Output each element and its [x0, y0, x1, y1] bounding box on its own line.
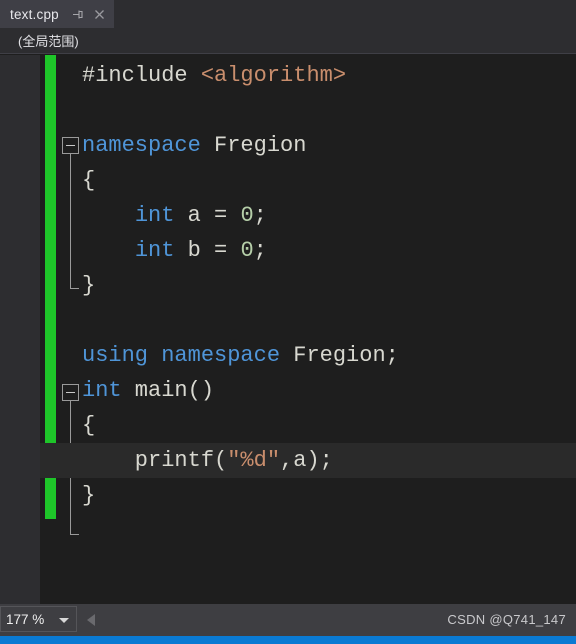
code-line-text: } [40, 478, 95, 513]
bottom-accent-bar [0, 636, 576, 644]
status-bar: 177 % CSDN @Q741_147 [0, 604, 576, 636]
left-margin-strip [0, 55, 40, 604]
token-pln [82, 238, 135, 263]
token-kw: int [134, 203, 175, 228]
tab-text-cpp[interactable]: text.cpp [0, 0, 114, 28]
token-pln: Fregion; [280, 343, 399, 368]
zoom-level-dropdown[interactable]: 177 % [0, 606, 77, 632]
zoom-level-value: 177 % [6, 611, 45, 627]
token-punc: ; [253, 238, 267, 263]
code-line-6[interactable]: int b = 0; [40, 233, 576, 268]
code-line-text: int main() [40, 373, 214, 408]
token-pln: #include [82, 63, 201, 88]
pin-icon[interactable] [71, 8, 84, 21]
token-num: 0 [240, 203, 254, 228]
token-pln: b = [174, 238, 241, 263]
close-icon[interactable] [93, 8, 106, 21]
code-line-text: namespace Fregion [40, 128, 306, 163]
visual-studio-window: text.cpp (全局范围) #include <algorithm> nam… [0, 0, 576, 644]
token-pln: ,a); [280, 448, 333, 473]
code-line-4[interactable]: { [40, 163, 576, 198]
code-line-12[interactable]: printf("%d",a); [40, 443, 576, 478]
token-pln: main() [121, 378, 215, 403]
code-line-text: using namespace Fregion; [40, 338, 399, 373]
token-punc: } [82, 483, 96, 508]
token-punc: ; [253, 203, 267, 228]
token-num: 0 [240, 238, 254, 263]
token-pln: a = [174, 203, 241, 228]
code-line-text: int a = 0; [40, 198, 267, 233]
code-line-10[interactable]: int main() [40, 373, 576, 408]
code-line-9[interactable]: using namespace Fregion; [40, 338, 576, 373]
code-line-3[interactable]: namespace Fregion [40, 128, 576, 163]
token-punc: } [82, 273, 96, 298]
token-kw: int [134, 238, 175, 263]
code-line-text: } [40, 268, 95, 303]
code-line-2[interactable] [40, 93, 576, 128]
watermark-label: CSDN @Q741_147 [447, 612, 566, 627]
code-line-11[interactable]: { [40, 408, 576, 443]
code-line-text: { [40, 163, 95, 198]
tab-bar: text.cpp [0, 0, 576, 28]
code-line-8[interactable] [40, 303, 576, 338]
code-line-text: int b = 0; [40, 233, 267, 268]
scope-navigation-bar: (全局范围) [0, 28, 576, 54]
scroll-left-arrow-icon[interactable] [87, 614, 95, 626]
code-line-7[interactable]: } [40, 268, 576, 303]
code-line-text: printf("%d",a); [40, 443, 333, 478]
token-kw: int [82, 378, 122, 403]
chevron-down-icon[interactable] [59, 618, 69, 623]
token-pln [82, 203, 135, 228]
tab-title: text.cpp [10, 6, 59, 22]
token-kw: namespace [82, 133, 201, 158]
token-pln: Fregion [200, 133, 307, 158]
code-line-13[interactable]: } [40, 478, 576, 513]
token-punc: { [82, 168, 96, 193]
code-editor[interactable]: #include <algorithm> namespace Fregion { i… [40, 55, 576, 604]
token-punc: { [82, 413, 96, 438]
code-line-text: { [40, 408, 95, 443]
token-pln: printf( [82, 448, 228, 473]
token-str: <algorithm> [200, 63, 347, 88]
scope-dropdown[interactable]: (全局范围) [0, 31, 79, 50]
code-line-1[interactable]: #include <algorithm> [40, 58, 576, 93]
code-line-text: #include <algorithm> [40, 58, 346, 93]
code-lines: #include <algorithm> namespace Fregion { i… [40, 55, 576, 604]
code-line-5[interactable]: int a = 0; [40, 198, 576, 233]
token-kw: using namespace [82, 343, 281, 368]
token-str: "%d" [227, 448, 281, 473]
